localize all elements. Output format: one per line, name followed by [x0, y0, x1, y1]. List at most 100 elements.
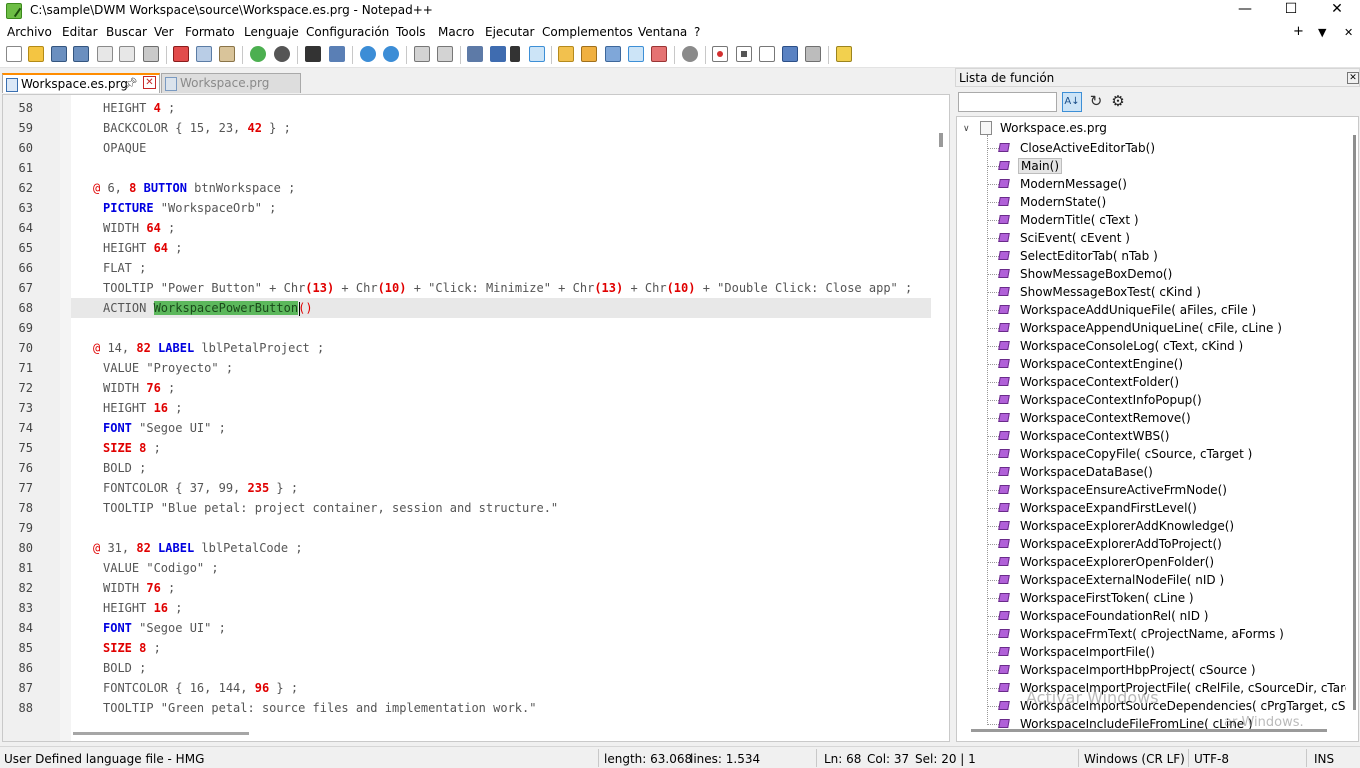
tab-list-icon[interactable]: ▼ — [1318, 26, 1326, 39]
pin-icon[interactable]: 📌︎ — [124, 77, 138, 90]
vertical-scrollbar[interactable] — [933, 95, 949, 741]
folder-workspace-icon[interactable] — [651, 46, 667, 62]
gear-icon[interactable]: ⚙ — [1109, 92, 1127, 110]
redo-icon[interactable] — [274, 46, 290, 62]
sync-v-icon[interactable] — [414, 46, 430, 62]
new-tab-icon[interactable]: + — [1293, 24, 1304, 39]
open-file-icon[interactable] — [28, 46, 44, 62]
doc-map-icon[interactable] — [581, 46, 597, 62]
function-search-input[interactable] — [958, 92, 1057, 112]
sync-h-icon[interactable] — [437, 46, 453, 62]
status-eol[interactable]: Windows (CR LF) — [1084, 752, 1185, 766]
close-all-icon[interactable] — [119, 46, 135, 62]
code-line[interactable]: TOOLTIP "Power Button" + Chr(13) + Chr(1… — [103, 281, 912, 295]
code-line[interactable]: VALUE "Codigo" ; — [103, 561, 219, 575]
new-file-icon[interactable] — [6, 46, 22, 62]
show-all-chars-icon[interactable] — [490, 46, 506, 62]
code-line[interactable]: WIDTH 64 ; — [103, 221, 175, 235]
close-tab-icon[interactable]: ✕ — [143, 76, 156, 89]
cut-icon[interactable] — [173, 46, 189, 62]
code-line[interactable]: FONTCOLOR { 16, 144, 96 } ; — [103, 681, 298, 695]
menu-formato[interactable]: Formato — [185, 25, 235, 39]
close-panel-icon[interactable]: ✕ — [1347, 72, 1359, 84]
menu-archivo[interactable]: Archivo — [7, 25, 52, 39]
horizontal-scroll-thumb[interactable] — [73, 732, 249, 735]
record-macro-icon[interactable] — [712, 46, 728, 62]
code-line[interactable]: FLAT ; — [103, 261, 146, 275]
minimize-button[interactable]: — — [1222, 0, 1268, 22]
zoom-out-icon[interactable] — [383, 46, 399, 62]
code-line[interactable]: TOOLTIP "Green petal: source files and i… — [103, 701, 536, 715]
code-line[interactable]: VALUE "Proyecto" ; — [103, 361, 233, 375]
code-line[interactable]: BACKCOLOR { 15, 23, 42 } ; — [103, 121, 291, 135]
code-line[interactable]: @ 6, 8 BUTTON btnWorkspace ; — [93, 181, 295, 195]
zoom-in-icon[interactable] — [360, 46, 376, 62]
code-line[interactable]: HEIGHT 16 ; — [103, 601, 182, 615]
code-editor[interactable]: 58 59 60 61 62 63 64 65 66 67 68 69 70 71 72 73 74 75 76 77… — [2, 94, 950, 742]
code-line[interactable]: SIZE 8 ; — [103, 441, 161, 455]
code-line[interactable]: HEIGHT 64 ; — [103, 241, 182, 255]
undo-icon[interactable] — [250, 46, 266, 62]
collapse-icon[interactable]: ∨ — [963, 124, 970, 134]
code-line[interactable]: FONT "Segoe UI" ; — [103, 621, 226, 635]
code-line[interactable]: FONT "Segoe UI" ; — [103, 421, 226, 435]
maximize-button[interactable]: ☐ — [1268, 0, 1314, 22]
menu-buscar[interactable]: Buscar — [106, 25, 147, 39]
tab-workspace-es-prg[interactable]: Workspace.es.prg 📌︎ ✕ — [2, 73, 160, 93]
menu-complementos[interactable]: Complementos — [542, 25, 633, 39]
run-macro-multiple-icon[interactable] — [782, 46, 798, 62]
save-all-icon[interactable] — [73, 46, 89, 62]
find-icon[interactable] — [305, 46, 321, 62]
print-icon[interactable] — [143, 46, 159, 62]
menu-help[interactable]: ? — [694, 25, 700, 39]
fold-margin[interactable] — [60, 95, 71, 741]
indent-guide-icon[interactable] — [529, 46, 545, 62]
menu-tools[interactable]: Tools — [396, 25, 426, 39]
code-line[interactable]: SIZE 8 ; — [103, 641, 161, 655]
code-line[interactable]: BOLD ; — [103, 661, 146, 675]
close-window-button[interactable]: ✕ — [1314, 0, 1360, 22]
save-icon[interactable] — [51, 46, 67, 62]
code-line[interactable]: WIDTH 76 ; — [103, 381, 175, 395]
lang-icon[interactable] — [558, 46, 574, 62]
menu-lenguaje[interactable]: Lenguaje — [244, 25, 299, 39]
menu-configuracion[interactable]: Configuración — [306, 25, 389, 39]
code-line[interactable]: OPAQUE — [103, 141, 146, 155]
code-line[interactable]: PICTURE "WorkspaceOrb" ; — [103, 201, 276, 215]
function-list-icon[interactable] — [628, 46, 644, 62]
stop-record-icon[interactable] — [736, 46, 752, 62]
code-line[interactable]: @ 31, 82 LABEL lblPetalCode ; — [93, 541, 303, 555]
copy-icon[interactable] — [196, 46, 212, 62]
play-macro-icon[interactable] — [759, 46, 775, 62]
code-line[interactable]: ACTION WorkspacePowerButton() — [103, 301, 313, 315]
word-wrap-icon[interactable] — [467, 46, 483, 62]
code-line[interactable]: WIDTH 76 ; — [103, 581, 175, 595]
function-tree[interactable]: ∨ Workspace.es.prg CloseActiveEditorTab(… — [956, 116, 1359, 742]
save-macro-icon[interactable] — [805, 46, 821, 62]
status-encoding[interactable]: UTF-8 — [1194, 752, 1229, 766]
code-line[interactable]: HEIGHT 4 ; — [103, 101, 175, 115]
code-line[interactable]: BOLD ; — [103, 461, 146, 475]
close-doc-icon[interactable]: ✕ — [1344, 26, 1353, 39]
doc-list-icon[interactable] — [605, 46, 621, 62]
close-icon[interactable] — [97, 46, 113, 62]
code-line[interactable]: @ 14, 82 LABEL lblPetalProject ; — [93, 341, 324, 355]
menu-ventana[interactable]: Ventana — [638, 25, 687, 39]
menu-ver[interactable]: Ver — [154, 25, 174, 39]
replace-icon[interactable] — [329, 46, 345, 62]
code-line[interactable]: TOOLTIP "Blue petal: project container, … — [103, 501, 558, 515]
reload-icon[interactable]: ↻ — [1087, 92, 1105, 110]
tab-workspace-prg[interactable]: Workspace.prg — [161, 73, 301, 93]
menu-ejecutar[interactable]: Ejecutar — [485, 25, 535, 39]
tree-scroll-thumb[interactable] — [1353, 135, 1356, 710]
monitor-icon[interactable] — [682, 46, 698, 62]
menu-editar[interactable]: Editar — [62, 25, 98, 39]
vertical-scroll-thumb[interactable] — [939, 133, 943, 147]
code-line[interactable]: HEIGHT 16 ; — [103, 401, 182, 415]
paste-icon[interactable] — [219, 46, 235, 62]
sort-icon[interactable]: A↓ — [1062, 92, 1082, 112]
menu-macro[interactable]: Macro — [438, 25, 474, 39]
code-line[interactable]: FONTCOLOR { 37, 99, 235 } ; — [103, 481, 298, 495]
spell-check-icon[interactable] — [836, 46, 852, 62]
show-all-chars-dropdown-icon[interactable] — [510, 46, 520, 62]
